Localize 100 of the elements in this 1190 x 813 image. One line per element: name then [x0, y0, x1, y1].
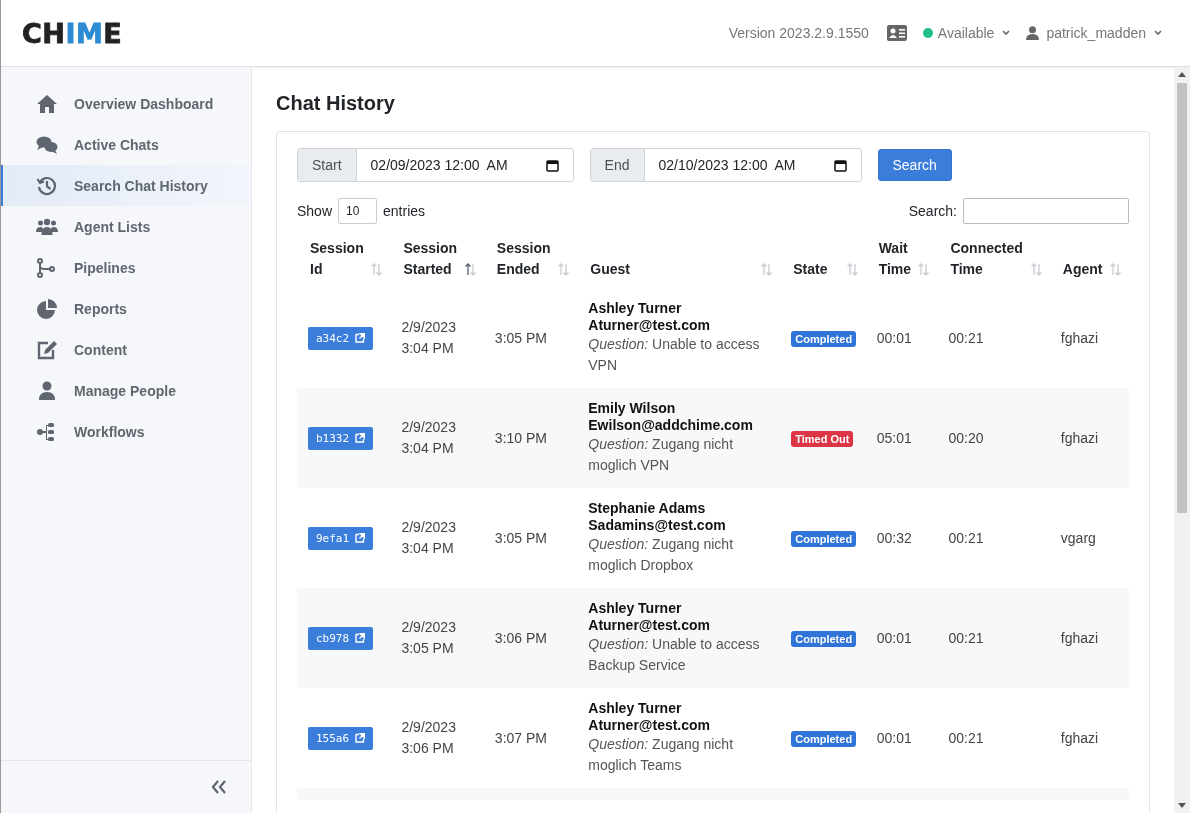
column-header[interactable]: Session Id	[310, 238, 364, 280]
guest-email: Ewilson@addchime.com	[588, 417, 754, 434]
session-link[interactable]: cb978	[308, 626, 374, 650]
entries-label: entries	[383, 203, 426, 219]
table-cell: 00:21	[948, 729, 984, 746]
table-cell: fghazi	[1060, 429, 1099, 446]
scrollbar[interactable]	[1174, 67, 1190, 813]
house-icon	[36, 93, 58, 114]
history-icon	[36, 175, 58, 196]
table-cell: fghazi	[1060, 729, 1099, 746]
guest-question: Question: Unable to access VPN	[588, 335, 761, 375]
search-button[interactable]: Search	[877, 149, 952, 181]
sidebar-item[interactable]: Pipelines	[1, 247, 251, 288]
table-cell: 3:06 PM	[494, 629, 547, 646]
state-badge: Timed Out	[791, 431, 854, 447]
table-cell: fghazi	[1060, 329, 1099, 346]
speech-bubbles-icon	[36, 134, 58, 155]
external-link-icon	[355, 433, 366, 443]
session-link[interactable]: a34c2	[308, 326, 374, 350]
sidebar-item[interactable]: Workflows	[1, 411, 251, 452]
edit-icon	[36, 339, 58, 360]
user-menu[interactable]: patrick_madden	[1026, 25, 1162, 41]
guest-question: Question: Zugang nicht moglich Teams	[588, 735, 735, 775]
table-cell: 2/9/2023 3:04 PM	[401, 319, 456, 356]
table-cell: 00:01	[876, 629, 912, 646]
external-link-icon	[355, 533, 366, 543]
caret-icon	[1002, 30, 1011, 36]
table-cell: 00:01	[876, 329, 912, 346]
external-link-icon	[355, 633, 366, 643]
sidebar-item[interactable]: Agent Lists	[1, 206, 251, 247]
state-badge: Completed	[791, 731, 857, 747]
column-header[interactable]: State	[793, 259, 828, 280]
user-icon	[1026, 26, 1040, 40]
entries-select[interactable]: 10	[338, 198, 378, 224]
scroll-thumb[interactable]	[1177, 83, 1187, 513]
version-text: Version 2023.2.9.1550	[728, 25, 869, 41]
guest-name: Stephanie Adams	[588, 500, 707, 517]
table-cell: 3:07 PM	[494, 729, 547, 746]
table-cell: 2/9/2023 3:05 PM	[401, 619, 456, 656]
guest-email: Aturner@test.com	[588, 717, 712, 734]
status-dropdown[interactable]: Available	[922, 25, 1011, 41]
caret-icon	[1154, 30, 1162, 36]
guest-question: Question: Zugang nicht moglich Dropbox	[588, 535, 735, 575]
table-cell: 00:21	[948, 629, 984, 646]
table-cell: 2/9/2023 3:04 PM	[401, 519, 456, 556]
guest-question: Question: Unable to access Backup Service	[588, 635, 761, 675]
show-label: Show	[297, 203, 333, 219]
scroll-down-icon[interactable]	[1178, 803, 1186, 808]
pie-chart-icon	[36, 298, 58, 319]
guest-name: Ashley Turner	[588, 300, 683, 317]
state-badge: Completed	[791, 531, 857, 547]
column-header[interactable]: Guest	[590, 259, 630, 280]
external-link-icon	[355, 733, 366, 743]
state-badge: Completed	[791, 631, 857, 647]
state-badge: Completed	[791, 331, 857, 347]
column-header[interactable]: Session Started	[403, 238, 458, 280]
external-link-icon	[355, 333, 366, 343]
column-header[interactable]: Connected Time	[950, 238, 1023, 280]
table-cell: 2/9/2023 3:06 PM	[401, 719, 456, 756]
person-icon	[36, 380, 58, 401]
sort-icon[interactable]	[464, 263, 476, 276]
people-icon	[36, 216, 58, 237]
guest-email: Aturner@test.com	[588, 617, 712, 634]
sidebar-item[interactable]: Overview Dashboard	[1, 83, 251, 124]
guest-name: Ashley Turner	[588, 700, 683, 717]
table-cell: 00:21	[948, 529, 984, 546]
collapse-icon[interactable]	[211, 780, 227, 794]
session-link[interactable]: 155a6	[308, 726, 374, 750]
chime-logo: CHIME	[22, 17, 123, 49]
table-cell: vgarg	[1060, 529, 1096, 546]
page-title: Chat History	[276, 92, 396, 115]
table-cell: 00:32	[876, 529, 912, 546]
column-header[interactable]: Session Ended	[496, 238, 551, 280]
table-cell: 05:01	[876, 429, 912, 446]
guest-question: Question: Zugang nicht moglich VPN	[588, 435, 735, 475]
id-card-icon[interactable]	[886, 25, 907, 41]
table-cell: 3:10 PM	[494, 429, 547, 446]
sidebar-item[interactable]: Manage People	[1, 370, 251, 411]
search-label: Search:	[908, 203, 957, 219]
table-cell: fghazi	[1060, 629, 1099, 646]
table-cell: 00:20	[948, 429, 984, 446]
sidebar-item[interactable]: Active Chats	[1, 124, 251, 165]
session-link[interactable]: 9efa1	[308, 526, 374, 550]
column-header[interactable]: Wait Time	[878, 238, 912, 280]
sidebar-item[interactable]: Content	[1, 329, 251, 370]
table-cell: 3:05 PM	[494, 329, 547, 346]
guest-name: Ashley Turner	[588, 600, 683, 617]
session-link[interactable]: b1332	[308, 426, 374, 450]
column-header[interactable]: Agent	[1062, 259, 1103, 280]
table-cell: 2/9/2023 3:04 PM	[401, 419, 456, 456]
branch-icon	[36, 257, 58, 278]
guest-name: Emily Wilson	[588, 400, 677, 417]
guest-email: Aturner@test.com	[588, 317, 712, 334]
table-search-field[interactable]	[963, 198, 1129, 224]
guest-email: Sadamins@test.com	[588, 517, 727, 534]
sidebar-item[interactable]: Search Chat History	[1, 165, 251, 206]
table-cell: 00:21	[948, 329, 984, 346]
table-cell: 3:05 PM	[494, 529, 547, 546]
scroll-up-icon[interactable]	[1178, 72, 1186, 77]
sidebar-item[interactable]: Reports	[1, 288, 251, 329]
